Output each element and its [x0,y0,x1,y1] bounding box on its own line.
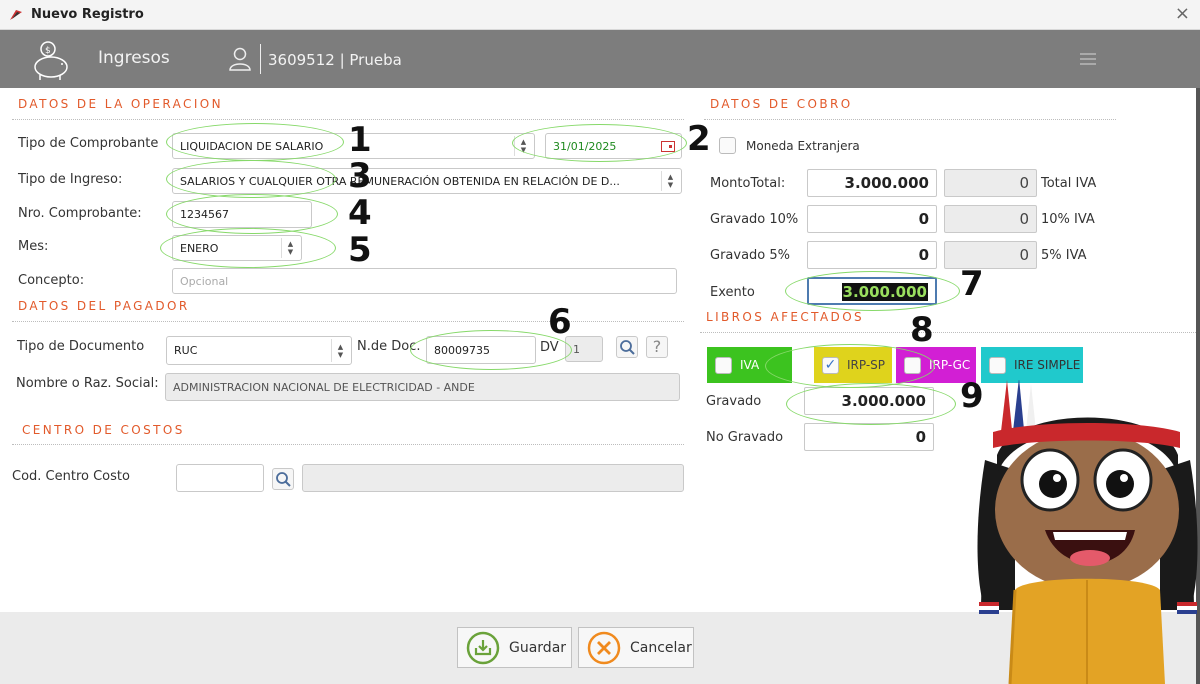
gravado10-input[interactable]: 0 [807,205,937,233]
iva10-label: 10% IVA [1041,212,1095,227]
libro-irp-gc-label: IRP-GC [929,358,971,372]
iva5-label: 5% IVA [1041,248,1087,263]
piggy-bank-icon: $ [34,41,68,80]
section-costos-title: CENTRO DE COSTOS [22,423,185,437]
iva5-input: 0 [944,241,1037,269]
tipo-documento-select[interactable]: RUC ▲ ▼ [166,336,352,365]
gravado10-label: Gravado 10% [710,212,799,227]
annotation-number: 5 [348,230,372,270]
guardar-button[interactable]: Guardar [457,627,572,668]
monto-total-input[interactable]: 3.000.000 [807,169,937,197]
help-button[interactable]: ? [646,336,668,358]
close-icon[interactable]: × [1175,3,1190,24]
centro-descripcion [302,464,684,492]
mes-label: Mes: [18,239,49,254]
annotation-number: 7 [960,264,984,304]
highlight-ellipse [786,383,956,425]
save-icon [466,631,500,664]
search-ruc-button[interactable] [616,336,638,358]
nombre-input: ADMINISTRACION NACIONAL DE ELECTRICIDAD … [165,373,680,401]
tipo-ingreso-label: Tipo de Ingreso: [18,172,123,187]
exento-label: Exento [710,285,755,300]
libro-ire-simple-toggle[interactable]: IRE SIMPLE [981,347,1083,383]
moneda-extranjera-checkbox[interactable] [719,137,736,154]
mascot-character-illustration [977,380,1198,684]
window-title-bar: Nuevo Registro × [0,0,1200,30]
libro-ire-simple-checkbox[interactable] [989,356,1006,374]
dv-value: 1 [573,342,580,356]
user-info: 3609512 | Prueba [268,51,402,69]
user-icon [229,47,251,71]
cancel-icon [587,631,621,664]
libro-iva-label: IVA [740,358,760,372]
divider [12,321,684,322]
divider [12,444,684,445]
highlight-ellipse [785,271,960,311]
total-iva-input: 0 [944,169,1037,197]
spinner-icon: ▲ ▼ [331,339,349,362]
concepto-input[interactable]: Opcional [172,268,677,294]
spinner-icon: ▲ ▼ [661,171,679,191]
nombre-label: Nombre o Raz. Social: [16,376,159,391]
highlight-ellipse [166,123,344,161]
section-title: Ingresos [98,48,170,68]
libro-no-gravado-label: No Gravado [706,430,784,445]
gravado5-input[interactable]: 0 [807,241,937,269]
moneda-extranjera-label: Moneda Extranjera [746,139,860,153]
section-libros-title: LIBROS AFECTADOS [706,310,865,324]
annotation-number: 8 [910,310,934,350]
nombre-value: ADMINISTRACION NACIONAL DE ELECTRICIDAD … [173,380,475,394]
total-iva-label: Total IVA [1041,176,1097,191]
tipo-documento-value: RUC [174,344,198,357]
monto-total-label: MontoTotal: [710,176,786,191]
iva10-input: 0 [944,205,1037,233]
section-cobro-title: DATOS DE COBRO [710,97,853,111]
concepto-label: Concepto: [18,273,85,288]
tipo-documento-label: Tipo de Documento [17,339,145,354]
annotation-number: 2 [687,119,711,159]
annotation-number: 6 [548,302,572,342]
highlight-ellipse [765,344,935,388]
divider [704,119,1116,120]
annotation-number: 3 [348,156,372,196]
search-icon [620,340,635,355]
divider [700,332,1196,333]
hamburger-menu-icon[interactable] [1080,53,1096,68]
cod-centro-input[interactable] [176,464,264,492]
window-title: Nuevo Registro [31,7,144,22]
cancelar-label: Cancelar [630,639,692,656]
annotation-number: 1 [348,120,372,160]
search-centro-button[interactable] [272,468,294,490]
section-pagador-title: DATOS DEL PAGADOR [18,299,190,313]
libro-ire-simple-label: IRE SIMPLE [1014,358,1081,372]
section-operacion-title: DATOS DE LA OPERACION [18,97,223,111]
app-logo-icon [10,10,22,20]
help-icon: ? [652,337,662,356]
header-separator [260,44,261,74]
cancelar-button[interactable]: Cancelar [578,627,694,668]
search-icon [276,472,291,487]
module-header: $ Ingresos 3609512 | Prueba [0,30,1200,88]
concepto-placeholder: Opcional [180,274,229,288]
libro-gravado-label: Gravado [706,394,762,409]
tipo-comprobante-label: Tipo de Comprobante [18,136,159,151]
guardar-label: Guardar [509,639,567,656]
highlight-ellipse [512,124,687,162]
libro-no-gravado-input[interactable]: 0 [804,423,934,451]
nro-comprobante-label: Nro. Comprobante: [18,206,142,221]
annotation-number: 4 [348,193,372,233]
libro-iva-checkbox[interactable] [715,356,732,374]
svg-text:$: $ [45,46,51,56]
cod-centro-label: Cod. Centro Costo [12,469,130,484]
highlight-ellipse [166,160,336,198]
highlight-ellipse [160,228,336,268]
gravado5-label: Gravado 5% [710,248,791,263]
